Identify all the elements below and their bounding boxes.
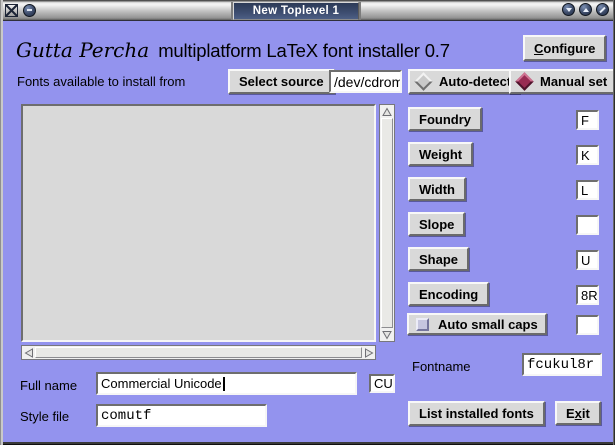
slope-button[interactable]: Slope	[408, 212, 465, 236]
exit-button[interactable]: Exit	[555, 401, 601, 425]
horizontal-scrollbar[interactable]	[21, 345, 376, 360]
fontname-input[interactable]: fcukul8r	[522, 353, 602, 376]
exit-label-pre: E	[566, 406, 575, 421]
checkbox-indicator	[416, 318, 429, 331]
style-file-label: Style file	[20, 409, 69, 424]
close-button[interactable]	[596, 3, 609, 16]
font-listbox[interactable]	[21, 104, 376, 342]
page-title: Gutta Percha multiplatform LaTeX font ins…	[16, 38, 450, 62]
full-name-label: Full name	[20, 378, 77, 393]
arrow-left-icon	[24, 348, 34, 358]
radio-indicator-auto-detect	[414, 72, 432, 90]
maximize-button[interactable]	[579, 3, 592, 16]
x-logo-icon	[5, 4, 18, 17]
radio-manual-set[interactable]: Manual set	[509, 69, 615, 94]
chevron-down-icon	[566, 8, 572, 12]
scroll-up-button[interactable]	[380, 105, 394, 118]
auto-small-caps-checkbox[interactable]: Auto small caps	[407, 313, 547, 335]
auto-detect-label: Auto-detect	[439, 74, 511, 89]
manual-set-label: Manual set	[540, 74, 607, 89]
minimize-button[interactable]	[23, 4, 36, 17]
weight-code-field[interactable]: K	[576, 145, 599, 165]
fontname-label: Fontname	[412, 359, 471, 374]
fonts-available-label: Fonts available to install from	[17, 74, 185, 89]
titlebar[interactable]: New Toplevel 1	[0, 0, 615, 21]
configure-label: onfigure	[543, 41, 595, 56]
foundry-code-field[interactable]: F	[576, 110, 599, 130]
style-file-input[interactable]: comutf	[96, 404, 267, 427]
foundry-button[interactable]: Foundry	[408, 107, 482, 131]
arrow-down-icon	[382, 330, 392, 340]
scroll-left-button[interactable]	[22, 346, 35, 359]
app-window: New Toplevel 1 Gutta Percha multiplatform…	[0, 0, 615, 445]
arrow-up-icon	[382, 107, 392, 117]
shape-button[interactable]: Shape	[408, 247, 469, 271]
encoding-code-field[interactable]: 8R	[576, 285, 599, 305]
radio-indicator-manual-set	[515, 72, 533, 90]
weight-button[interactable]: Weight	[408, 142, 473, 166]
text-cursor	[223, 377, 225, 391]
full-name-value: Commercial Unicode	[101, 376, 222, 391]
horizontal-scrollbar-thumb[interactable]	[35, 347, 362, 358]
source-path-input[interactable]: /dev/cdrom	[329, 70, 402, 93]
vertical-scrollbar[interactable]	[379, 104, 395, 342]
width-code-field[interactable]: L	[576, 180, 599, 200]
shape-code-field[interactable]: U	[576, 250, 599, 270]
exit-label-post: it	[582, 406, 590, 421]
app-name: Gutta Percha	[16, 38, 149, 62]
shade-button[interactable]	[562, 3, 575, 16]
slash-icon	[599, 6, 605, 12]
auto-small-caps-label: Auto small caps	[438, 317, 538, 332]
exit-accel: x	[575, 406, 582, 421]
radio-auto-detect[interactable]: Auto-detect	[408, 69, 520, 94]
vertical-scrollbar-thumb[interactable]	[381, 118, 393, 328]
configure-accel: C	[534, 41, 543, 56]
select-source-button[interactable]: Select source	[228, 69, 335, 94]
scroll-right-button[interactable]	[362, 346, 375, 359]
chevron-up-icon	[583, 8, 589, 12]
width-button[interactable]: Width	[408, 177, 466, 201]
arrow-right-icon	[364, 348, 374, 358]
encoding-button[interactable]: Encoding	[408, 282, 489, 306]
slope-code-field[interactable]	[576, 215, 599, 235]
full-name-abbrev-field[interactable]: CU	[369, 374, 395, 393]
scroll-down-button[interactable]	[380, 328, 394, 341]
list-installed-fonts-button[interactable]: List installed fonts	[408, 401, 545, 426]
window-title: New Toplevel 1	[233, 2, 359, 20]
app-subtitle: multiplatform LaTeX font installer 0.7	[158, 40, 450, 61]
full-name-input[interactable]: Commercial Unicode	[96, 372, 357, 395]
minus-icon	[27, 9, 32, 11]
window-menu-icon[interactable]	[4, 3, 18, 17]
small-caps-code-field[interactable]	[576, 315, 599, 335]
configure-button[interactable]: Configure	[523, 35, 606, 61]
